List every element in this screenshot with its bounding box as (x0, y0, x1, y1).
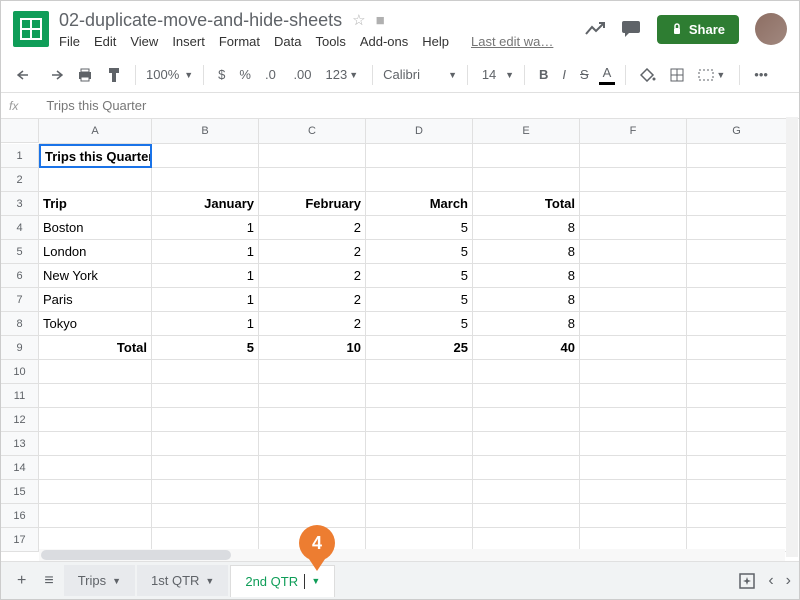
chevron-left-icon[interactable]: ‹ (768, 572, 773, 590)
total-label[interactable]: Total (39, 336, 152, 360)
share-label: Share (689, 22, 725, 37)
currency-icon[interactable]: $ (214, 64, 229, 85)
col-header-d[interactable]: D (366, 119, 473, 144)
row-header[interactable]: 2 (1, 168, 39, 192)
cell-a1[interactable]: Trips this Quarter (39, 144, 152, 168)
menu-file[interactable]: File (59, 34, 80, 49)
fx-icon: fx (9, 99, 18, 113)
table-cell[interactable]: Boston (39, 216, 152, 240)
toolbar: 100%▼ $ % .0 .00 123▼ Calibri▼ 14▼ B I S… (1, 57, 799, 93)
formula-input[interactable]: Trips this Quarter (46, 98, 146, 113)
more-icon[interactable]: ••• (750, 64, 772, 85)
chevron-down-icon[interactable]: ▼ (112, 576, 121, 586)
sheet-tab-trips[interactable]: Trips▼ (64, 565, 135, 596)
menu-insert[interactable]: Insert (172, 34, 205, 49)
borders-icon[interactable] (666, 65, 688, 85)
row-header[interactable]: 9 (1, 336, 39, 360)
row-header[interactable]: 7 (1, 288, 39, 312)
fill-color-icon[interactable] (636, 65, 660, 85)
add-sheet-icon[interactable]: + (9, 566, 34, 596)
undo-icon[interactable] (13, 66, 37, 84)
col-header-f[interactable]: F (580, 119, 687, 144)
col-header-a[interactable]: A (39, 119, 152, 144)
row-header[interactable]: 8 (1, 312, 39, 336)
star-icon[interactable]: ☆ (352, 11, 365, 29)
sheet-tab-1stqtr[interactable]: 1st QTR▼ (137, 565, 228, 596)
bold-icon[interactable]: B (535, 64, 552, 85)
doc-title[interactable]: 02-duplicate-move-and-hide-sheets (59, 10, 342, 31)
chevron-down-icon[interactable]: ▼ (311, 576, 320, 586)
sheet-tab-2ndqtr[interactable]: ▼ (230, 565, 335, 597)
hdr-feb[interactable]: February (259, 192, 366, 216)
menu-format[interactable]: Format (219, 34, 260, 49)
chevron-down-icon[interactable]: ▼ (205, 576, 214, 586)
percent-icon[interactable]: % (235, 64, 255, 85)
merge-icon[interactable]: ▼ (694, 66, 729, 84)
chevron-right-icon[interactable]: › (786, 572, 791, 590)
menu-addons[interactable]: Add-ons (360, 34, 408, 49)
trend-icon[interactable] (585, 22, 605, 36)
menu-edit[interactable]: Edit (94, 34, 116, 49)
increase-decimal-icon[interactable]: .00 (289, 64, 315, 85)
decrease-decimal-icon[interactable]: .0 (261, 64, 283, 85)
col-header-b[interactable]: B (152, 119, 259, 144)
folder-icon[interactable]: ■ (376, 12, 385, 29)
redo-icon[interactable] (43, 66, 67, 84)
row-header[interactable]: 1 (1, 144, 39, 168)
col-header-c[interactable]: C (259, 119, 366, 144)
row-header[interactable]: 5 (1, 240, 39, 264)
hdr-jan[interactable]: January (152, 192, 259, 216)
col-header-g[interactable]: G (687, 119, 787, 144)
italic-icon[interactable]: I (558, 64, 570, 85)
explore-icon[interactable] (738, 572, 756, 590)
horizontal-scrollbar[interactable] (39, 549, 785, 561)
strike-icon[interactable]: S (576, 64, 593, 85)
share-button[interactable]: Share (657, 15, 739, 44)
avatar[interactable] (755, 13, 787, 45)
more-formats[interactable]: 123▼ (322, 64, 363, 85)
print-icon[interactable] (73, 65, 97, 85)
row-header[interactable]: 6 (1, 264, 39, 288)
row-header[interactable]: 3 (1, 192, 39, 216)
hdr-mar[interactable]: March (366, 192, 473, 216)
comment-icon[interactable] (621, 20, 641, 38)
sheets-logo[interactable] (13, 11, 49, 47)
sheet-rename-input[interactable] (245, 574, 305, 589)
all-sheets-icon[interactable]: ≡ (36, 566, 61, 596)
hdr-total[interactable]: Total (473, 192, 580, 216)
menu-tools[interactable]: Tools (315, 34, 345, 49)
menu-data[interactable]: Data (274, 34, 301, 49)
font-size-select[interactable]: 14▼ (478, 67, 514, 82)
menu-help[interactable]: Help (422, 34, 449, 49)
vertical-scrollbar[interactable] (786, 117, 798, 557)
paint-format-icon[interactable] (103, 64, 125, 86)
menu-view[interactable]: View (130, 34, 158, 49)
font-select[interactable]: Calibri▼ (383, 67, 457, 82)
last-edit-link[interactable]: Last edit wa… (471, 34, 553, 49)
hdr-trip[interactable]: Trip (39, 192, 152, 216)
text-color-icon[interactable]: A (599, 64, 616, 85)
zoom-select[interactable]: 100%▼ (146, 67, 193, 82)
select-all-corner[interactable] (1, 119, 39, 143)
col-header-e[interactable]: E (473, 119, 580, 144)
row-header[interactable]: 4 (1, 216, 39, 240)
